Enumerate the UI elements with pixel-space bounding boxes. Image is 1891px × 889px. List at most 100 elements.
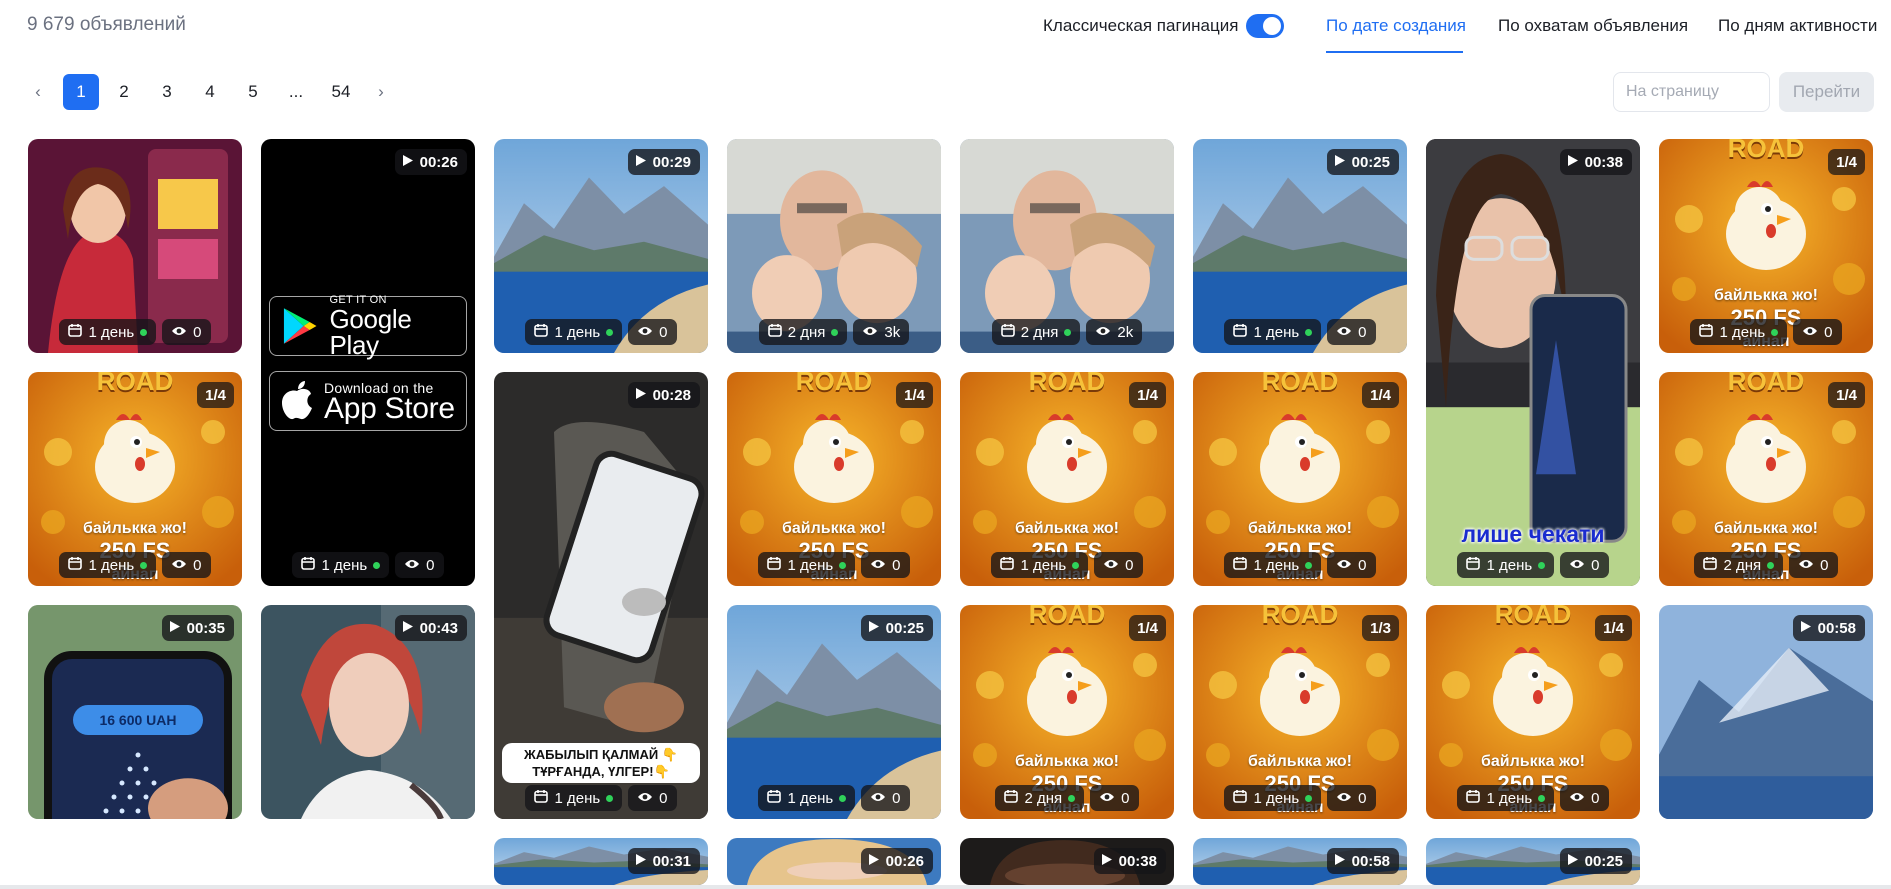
age-text: 2 дня [1020, 323, 1059, 341]
page-1[interactable]: 1 [63, 74, 99, 110]
page-5[interactable]: 5 [235, 74, 271, 110]
views-text: 0 [193, 323, 202, 341]
eye-icon [1569, 790, 1585, 807]
next-page-button[interactable]: › [363, 74, 399, 110]
ad-card[interactable]: 00:58 [1659, 605, 1873, 819]
age-text: 2 дня [1024, 789, 1063, 807]
card-stats: 2 дня 0 [1659, 552, 1873, 578]
calendar-icon [1000, 556, 1015, 574]
slide-counter-badge: 1/3 [1362, 615, 1399, 641]
play-icon [402, 620, 414, 637]
age-badge: 1 день [758, 785, 856, 811]
age-text: 2 дня [787, 323, 826, 341]
duration-badge: 00:31 [627, 848, 700, 874]
ad-card[interactable]: ROADбайлькка жо!250 FSайнап1/41 день0 [727, 372, 941, 586]
sort-by-active-days[interactable]: По дням активности [1718, 16, 1877, 36]
views-badge: 0 [1560, 785, 1609, 811]
ad-card[interactable]: 00:25 1 день 0 [1193, 139, 1407, 353]
ad-card[interactable]: ROADбайлькка жо!250 FSайнап1/31 день0 [1193, 605, 1407, 819]
page-54[interactable]: 54 [320, 74, 362, 110]
age-badge: 2 дня [758, 319, 848, 345]
go-to-page-button[interactable]: Перейти [1779, 72, 1874, 112]
ad-card[interactable]: 2 дня 2k [960, 139, 1174, 353]
ad-card[interactable]: 00:58 [1193, 838, 1407, 885]
duration-text: 00:43 [419, 619, 458, 637]
calendar-icon [1703, 556, 1718, 574]
ad-card[interactable]: 00:25 [1426, 838, 1640, 885]
age-badge: 1 день [1690, 319, 1788, 345]
play-icon [635, 853, 647, 870]
page-2[interactable]: 2 [106, 74, 142, 110]
age-text: 2 дня [1723, 556, 1762, 574]
views-badge: 0 [1094, 552, 1143, 578]
ad-card[interactable]: 00:25 1 день 0 [727, 605, 941, 819]
calendar-icon [534, 323, 549, 341]
ads-library-page: 9 679 объявлений Классическая пагинация … [0, 0, 1891, 889]
card-stats: 1 день 0 [727, 785, 941, 811]
duration-text: 00:58 [1817, 619, 1856, 637]
ad-card[interactable]: ROADбайлькка жо!250 FSайнап1/42 дня0 [960, 605, 1174, 819]
ad-card[interactable]: 00:43 [261, 605, 475, 819]
sort-by-reach[interactable]: По охватам объявления [1498, 16, 1688, 36]
eye-icon [637, 790, 653, 807]
play-icon [1334, 853, 1346, 870]
ad-card[interactable]: 00:26 [727, 838, 941, 885]
google-play-badge[interactable]: GET IT ON Google Play [269, 294, 467, 358]
views-text: 0 [1591, 556, 1600, 574]
ad-card[interactable]: GET IT ON Google Play Download on the App S… [261, 139, 475, 586]
play-icon [635, 387, 647, 404]
age-text: 1 день [554, 789, 601, 807]
views-badge: 0 [1327, 319, 1376, 345]
ad-card[interactable]: ROADбайлькка жо!250 FSайнап1/41 день0 [1659, 139, 1873, 353]
age-badge: 1 день [525, 319, 623, 345]
ad-card[interactable]: 00:38 [960, 838, 1174, 885]
classic-pagination-toggle[interactable] [1246, 14, 1284, 38]
ad-card[interactable]: ROADбайлькка жо!250 FSайнап1/42 дня0 [1659, 372, 1873, 586]
duration-badge: 00:43 [394, 615, 467, 641]
card-stats: 1 день 0 [960, 552, 1174, 578]
card-stats: 1 день 0 [28, 319, 242, 345]
duration-text: 00:38 [1584, 153, 1623, 171]
active-status-dot [140, 328, 148, 336]
calendar-icon [1000, 323, 1015, 341]
views-badge: 3k [853, 319, 910, 345]
page-number-input[interactable] [1613, 72, 1770, 112]
card-stats: 2 дня 2k [960, 319, 1174, 345]
ad-card[interactable]: ROADбайлькка жо!250 FSайнап1/41 день0 [1193, 372, 1407, 586]
active-status-dot [1767, 561, 1775, 569]
age-badge: 2 дня [1694, 552, 1784, 578]
page-ellipsis: ... [288, 82, 304, 101]
play-icon [868, 853, 880, 870]
age-badge: 1 день [758, 552, 856, 578]
app-store-badge[interactable]: Download on the App Store [269, 371, 467, 431]
ad-card[interactable]: ROADбайлькка жо!250 FSайнап1/41 день0 [960, 372, 1174, 586]
ad-card[interactable]: 16 600 UAH 00:35 [28, 605, 242, 819]
ad-card[interactable]: ЖАБЫЛЫП ҚАЛМАЙ 👇 ТҰРҒАНДА, ҮЛГЕР!👇 00:28 1… [494, 372, 708, 819]
sort-by-date[interactable]: По дате создания [1326, 16, 1466, 36]
eye-icon [1095, 324, 1111, 341]
ad-card[interactable]: лише чекати 00:38 1 день 0 [1426, 139, 1640, 586]
prev-page-button[interactable]: ‹ [20, 74, 56, 110]
ad-card[interactable]: 00:29 1 день 0 [494, 139, 708, 353]
card-stats: 1 день 0 [1659, 319, 1873, 345]
views-badge: 0 [395, 552, 444, 578]
ad-card[interactable]: 2 дня 3k [727, 139, 941, 353]
slide-counter-badge: 1/4 [1828, 382, 1865, 408]
active-status-dot [1305, 328, 1313, 336]
age-text: 1 день [554, 323, 601, 341]
slide-counter-badge: 1/4 [1362, 382, 1399, 408]
ad-card[interactable]: 1 день 0 [28, 139, 242, 353]
page-3[interactable]: 3 [149, 74, 185, 110]
play-icon [1101, 853, 1113, 870]
age-text: 1 день [88, 556, 135, 574]
views-text: 0 [892, 556, 901, 574]
ad-card[interactable]: ROADбайлькка жо!250 FSайнап1/41 день0 [1426, 605, 1640, 819]
creative-line1: байлькка жо! [1247, 520, 1353, 537]
ad-card[interactable]: ROADбайлькка жо!250 FSайнап1/41 день0 [28, 372, 242, 586]
page-4[interactable]: 4 [192, 74, 228, 110]
age-badge: 1 день [292, 552, 390, 578]
ad-card[interactable]: 00:31 [494, 838, 708, 885]
card-stats: 1 день 0 [1193, 552, 1407, 578]
creative-line1: байлькка жо! [781, 520, 887, 537]
views-text: 0 [659, 323, 668, 341]
